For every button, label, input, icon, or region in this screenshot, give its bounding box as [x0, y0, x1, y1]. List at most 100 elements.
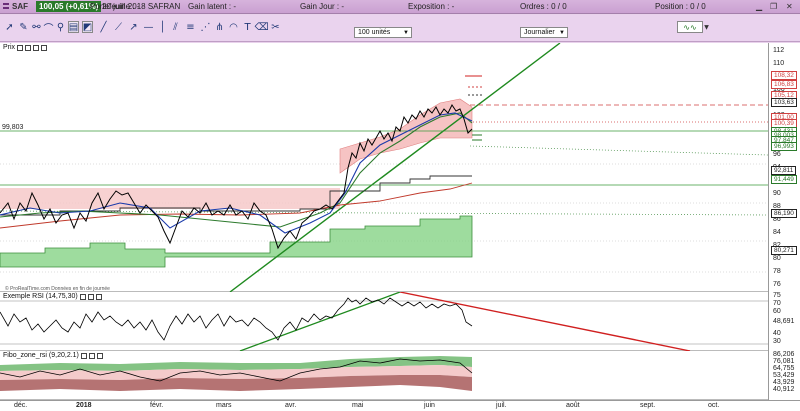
- price-tick-label: 80: [773, 255, 781, 262]
- chevron-down-icon: ▼: [403, 30, 409, 36]
- trendline2-icon[interactable]: ⟋: [113, 21, 124, 33]
- delete-icon[interactable]: ✂: [270, 21, 281, 33]
- panel-close-icon[interactable]: [96, 352, 103, 359]
- drawing-toolbar: ➚ ✎ ⚯ ⌒ ⚲ ▤ ◩ ╱ ⟋ ↗ — │ ⫽ ≡ ⋰ ⋔ ◠ T ⌫ ✂ …: [0, 15, 800, 42]
- period-icon[interactable]: ◩: [82, 21, 93, 33]
- restore-icon[interactable]: ❐: [770, 2, 777, 11]
- time-axis[interactable]: déc. 2018 févr. mars avr. mai juin juil. août sep…: [0, 400, 800, 411]
- panel-settings-icon[interactable]: [80, 352, 87, 359]
- magnet-icon[interactable]: ⌒: [43, 21, 54, 35]
- price-panel[interactable]: 99,803 © ProRealTime.com Données en fin …: [0, 42, 769, 293]
- text-icon[interactable]: T: [242, 21, 253, 33]
- rsi-tick-label: 75: [773, 292, 781, 299]
- fibo-tick-label: 43,929: [773, 379, 795, 386]
- fibo-tick-label: 86,206: [773, 351, 795, 358]
- timeframe-select[interactable]: Journalier ▼: [520, 27, 568, 38]
- price-tick-label: 112: [773, 47, 785, 54]
- panel-add-icon[interactable]: [41, 44, 48, 51]
- rsi-line: [0, 297, 473, 341]
- rsi-chart[interactable]: [0, 291, 768, 352]
- fibo-axis[interactable]: 86,206 76,081 64,755 53,429 43,929 40,912: [768, 351, 800, 400]
- trendline-icon[interactable]: ╱: [98, 21, 109, 33]
- panel-settings-icon[interactable]: [17, 44, 24, 51]
- panel-maximize-icon[interactable]: [88, 352, 95, 359]
- price-tick-label: 76: [773, 281, 781, 288]
- quantity-select[interactable]: 100 unités ▼: [354, 27, 412, 38]
- chart-area[interactable]: 99,803 © ProRealTime.com Données en fin …: [0, 42, 800, 400]
- gain-jour-label: Gain Jour : -: [300, 2, 345, 11]
- watermark: © ProRealTime.com Données en fin de jour…: [5, 285, 110, 292]
- arc-icon[interactable]: ◠: [228, 21, 239, 33]
- price-tick-label: 90: [773, 190, 781, 197]
- hline-icon[interactable]: —: [143, 21, 154, 33]
- price-tick-label: 110: [773, 60, 785, 67]
- indicators-menu-chevron-icon[interactable]: ▼: [701, 21, 712, 33]
- eraser-icon[interactable]: ⌫: [254, 21, 268, 33]
- time-tick-label: juin: [424, 402, 435, 409]
- fibo-panel-title: Fibo_zone_rsi (9,20,2.1): [3, 352, 103, 359]
- time-tick-label: avr.: [285, 402, 297, 409]
- time-tick-label: mai: [352, 402, 364, 409]
- price-axis[interactable]: 1121101081061041021009896949290888684828…: [768, 43, 800, 292]
- panel-maximize-icon[interactable]: [25, 44, 32, 51]
- price-level-tag: 106,83: [771, 80, 797, 89]
- fibo-chart[interactable]: [0, 351, 768, 400]
- price-tick-label: 84: [773, 229, 781, 236]
- fibo-icon[interactable]: ≡: [185, 21, 196, 33]
- ray-icon[interactable]: ↗: [128, 21, 139, 33]
- rsi-panel[interactable]: Exemple RSI (14,75,30): [0, 291, 768, 352]
- ordres-label: Ordres : 0 / 0: [520, 2, 567, 11]
- price-panel-title: Prix: [3, 44, 48, 51]
- rsi-tick-label: 60: [773, 308, 781, 315]
- price-tick-label: 96: [773, 151, 781, 158]
- time-tick-label: 2018: [76, 402, 92, 409]
- fibo-panel[interactable]: Fibo_zone_rsi (9,20,2.1): [0, 351, 768, 400]
- zoom-icon[interactable]: ⚲: [55, 21, 66, 33]
- green-lower-zone: [0, 215, 473, 268]
- price-level-tag: 86,190: [771, 209, 797, 218]
- time-tick-label: sept.: [640, 402, 656, 409]
- rsi-tick-label: 30: [773, 338, 781, 345]
- exposition-label: Exposition : -: [408, 2, 455, 11]
- cursor-icon[interactable]: ➚: [4, 21, 15, 33]
- time-tick-label: févr.: [150, 402, 164, 409]
- vline-icon[interactable]: │: [157, 21, 168, 33]
- fan-icon[interactable]: ⋰: [200, 21, 211, 33]
- indicators-icon[interactable]: ∿∿: [677, 21, 703, 33]
- instrument-name[interactable]: SAF: [12, 2, 28, 11]
- rsi-axis[interactable]: 75 70 60 48,691 40 30: [768, 292, 800, 351]
- panel-close-icon[interactable]: [95, 293, 102, 300]
- link-icon[interactable]: ⚯: [31, 21, 42, 33]
- portefeuille-value: -: [136, 2, 140, 11]
- channel-icon[interactable]: ⫽: [170, 21, 181, 33]
- time-tick-label: juil.: [496, 402, 507, 409]
- rsi-tick-label: 70: [773, 300, 781, 307]
- pink-range-zone: [0, 188, 340, 209]
- close-icon[interactable]: ✕: [786, 2, 793, 11]
- fibo-tick-label: 53,429: [773, 372, 795, 379]
- time-tick-label: août: [566, 402, 580, 409]
- rsi-panel-title: Exemple RSI (14,75,30): [3, 293, 102, 300]
- panel-maximize-icon[interactable]: [87, 293, 94, 300]
- exposition-value: -: [451, 2, 455, 11]
- pink-upper-zone: [339, 98, 473, 174]
- style-icon[interactable]: ▤: [68, 21, 79, 33]
- fibo-tick-label: 40,912: [773, 386, 795, 393]
- time-tick-label: déc.: [14, 402, 28, 409]
- panel-settings-icon[interactable]: [79, 293, 86, 300]
- price-level-tag: 80,271: [771, 246, 797, 255]
- portefeuille-label: Portefeuille : -: [90, 2, 140, 11]
- pencil-icon[interactable]: ✎: [18, 21, 29, 33]
- level-value-label: 99,803: [2, 124, 24, 131]
- price-level-tag: 91,449: [771, 175, 797, 184]
- menu-icon[interactable]: [3, 3, 9, 9]
- panel-close-icon[interactable]: [33, 44, 40, 51]
- title-bar: SAF 100,05 (+0,61%) 20 juin 2018 SAFRAN …: [0, 0, 800, 14]
- pitchfork-icon[interactable]: ⋔: [214, 21, 225, 33]
- time-tick-label: oct.: [708, 402, 720, 409]
- minimize-icon[interactable]: ▁: [756, 2, 762, 11]
- price-chart[interactable]: 99,803 © ProRealTime.com Données en fin …: [0, 42, 769, 293]
- fibo-tick-label: 76,081: [773, 358, 795, 365]
- chevron-down-icon: ▼: [559, 30, 565, 36]
- position-label: Position : 0 / 0: [655, 2, 706, 11]
